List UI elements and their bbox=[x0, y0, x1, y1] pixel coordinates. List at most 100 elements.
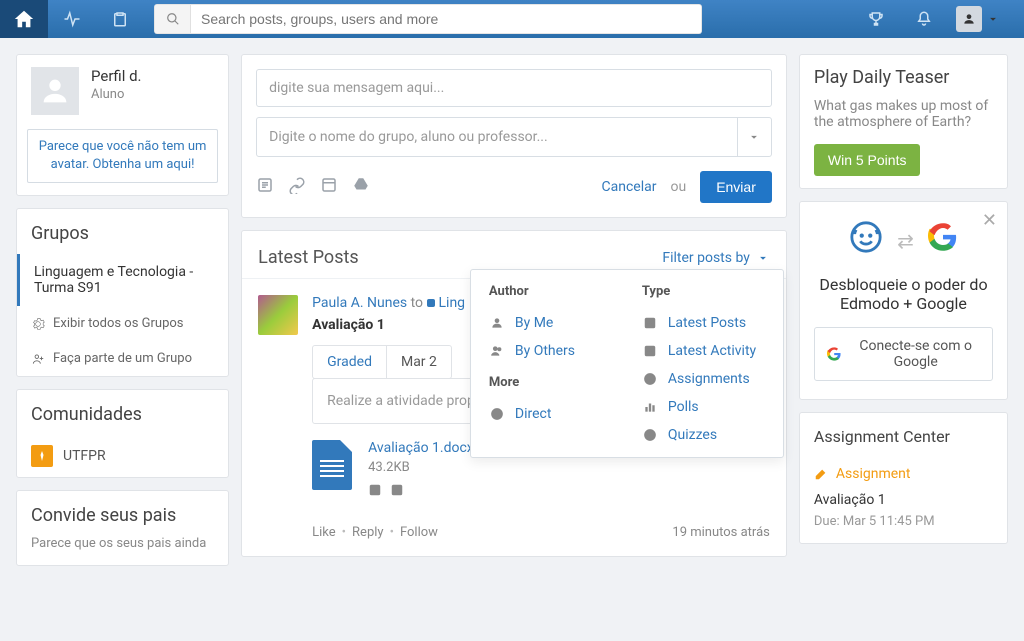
swap-arrows-icon: ⇄ bbox=[897, 229, 914, 253]
filter-by-me[interactable]: By Me bbox=[489, 309, 612, 337]
filter-dropdown: Author By Me By Others More Direct bbox=[470, 269, 784, 458]
google-promo-card: ✕ ⇄ Desbloqueie o poder do Edmodo + Goog… bbox=[799, 201, 1008, 400]
attach-link-icon[interactable] bbox=[288, 176, 306, 198]
attachment-filename-link[interactable]: Avaliação 1.docx bbox=[368, 440, 474, 456]
join-group-link[interactable]: Faça parte de um Grupo bbox=[17, 341, 228, 376]
profile-name: Perfil d. bbox=[91, 67, 142, 85]
user-menu-button[interactable] bbox=[948, 0, 1008, 38]
filter-by-others[interactable]: By Others bbox=[489, 337, 612, 365]
filter-polls-label: Polls bbox=[668, 399, 699, 415]
user-plus-icon bbox=[31, 352, 45, 366]
assignment-link[interactable]: Assignment bbox=[800, 456, 1007, 492]
nav-activity-button[interactable] bbox=[48, 0, 96, 38]
arrow-right-circle-icon bbox=[490, 407, 504, 421]
filter-posts-button[interactable]: Filter posts by bbox=[662, 250, 770, 266]
filter-latest-posts-label: Latest Posts bbox=[668, 315, 746, 331]
composer-send-button[interactable]: Enviar bbox=[700, 171, 772, 203]
google-logo-icon bbox=[928, 222, 958, 259]
post-group-link[interactable]: Ling bbox=[439, 295, 466, 311]
nav-home-button[interactable] bbox=[0, 0, 48, 38]
checkbox-icon bbox=[643, 344, 657, 358]
google-connect-label: Conecte-se com o Google bbox=[851, 338, 980, 370]
nav-trophy-button[interactable] bbox=[852, 0, 900, 38]
attach-drive-icon[interactable] bbox=[352, 176, 370, 198]
edit-icon bbox=[814, 467, 828, 481]
attachment-save-icon[interactable] bbox=[390, 483, 404, 501]
file-doc-icon[interactable] bbox=[312, 440, 352, 490]
chevron-down-icon bbox=[986, 12, 1000, 26]
filter-quizzes[interactable]: Quizzes bbox=[642, 421, 765, 449]
teaser-play-button[interactable]: Win 5 Points bbox=[814, 144, 921, 176]
filter-latest-activity-label: Latest Activity bbox=[668, 343, 756, 359]
user-icon bbox=[490, 316, 504, 330]
assignment-link-label: Assignment bbox=[836, 466, 911, 482]
search-icon bbox=[155, 5, 191, 33]
close-promo-button[interactable]: ✕ bbox=[982, 210, 997, 231]
bar-chart-icon bbox=[643, 400, 657, 414]
teaser-question: What gas makes up most of the atmosphere… bbox=[814, 98, 993, 130]
community-item[interactable]: UTFPR bbox=[17, 435, 228, 477]
filter-latest-posts[interactable]: Latest Posts bbox=[642, 309, 765, 337]
group-color-dot bbox=[427, 299, 435, 307]
post-reply-link[interactable]: Reply bbox=[352, 525, 384, 540]
clipboard-icon bbox=[111, 10, 129, 28]
nav-search-area bbox=[154, 4, 842, 34]
avatar-prompt-text: Parece que você não tem um avatar. Obten… bbox=[39, 139, 207, 172]
post-author-avatar[interactable] bbox=[258, 295, 298, 335]
profile-role: Aluno bbox=[91, 87, 142, 102]
composer-cancel-link[interactable]: Cancelar bbox=[602, 179, 657, 195]
filter-latest-activity[interactable]: Latest Activity bbox=[642, 337, 765, 365]
top-navbar bbox=[0, 0, 1024, 38]
filter-direct-label: Direct bbox=[515, 406, 552, 422]
post-author-link[interactable]: Paula A. Nunes bbox=[312, 295, 407, 311]
groups-card: Grupos Linguagem e Tecnologia - Turma S9… bbox=[16, 208, 229, 377]
check-circle-icon bbox=[643, 372, 657, 386]
community-badge-icon bbox=[31, 445, 53, 467]
filter-assignments-label: Assignments bbox=[668, 371, 750, 387]
show-all-groups-label: Exibir todos os Grupos bbox=[53, 316, 184, 331]
filter-assignments[interactable]: Assignments bbox=[642, 365, 765, 393]
post-status-pill: Graded Mar 2 bbox=[312, 345, 452, 379]
bell-icon bbox=[915, 10, 933, 28]
composer-message-input[interactable]: digite sua mensagem aqui... bbox=[256, 69, 772, 107]
attach-note-icon[interactable] bbox=[256, 176, 274, 198]
profile-avatar-placeholder bbox=[31, 67, 79, 115]
checkbox-icon bbox=[643, 316, 657, 330]
avatar-prompt-link[interactable]: Parece que você não tem um avatar. Obten… bbox=[27, 129, 218, 183]
assignment-center-heading: Assignment Center bbox=[800, 413, 1007, 456]
filter-by-others-label: By Others bbox=[515, 343, 575, 359]
composer-recipient-placeholder: Digite o nome do grupo, aluno ou profess… bbox=[257, 119, 737, 155]
filter-posts-label: Filter posts by bbox=[662, 250, 750, 266]
invite-text: Parece que os seus pais ainda bbox=[17, 536, 228, 565]
chevron-down-icon bbox=[756, 251, 770, 265]
invite-parents-card: Convide seus pais Parece que os seus pai… bbox=[16, 490, 229, 566]
composer-recipient-select[interactable]: Digite o nome do grupo, aluno ou profess… bbox=[256, 117, 772, 157]
communities-card: Comunidades UTFPR bbox=[16, 389, 229, 478]
search-input[interactable] bbox=[191, 5, 701, 33]
attach-library-icon[interactable] bbox=[320, 176, 338, 198]
post-like-link[interactable]: Like bbox=[312, 525, 336, 540]
edmodo-logo-icon bbox=[849, 220, 883, 261]
nav-clipboard-button[interactable] bbox=[96, 0, 144, 38]
nav-right bbox=[852, 0, 1008, 38]
nav-notifications-button[interactable] bbox=[900, 0, 948, 38]
filter-more-heading: More bbox=[489, 375, 612, 390]
post-follow-link[interactable]: Follow bbox=[400, 525, 438, 540]
posts-heading: Latest Posts bbox=[258, 247, 359, 268]
trophy-icon bbox=[867, 10, 885, 28]
teaser-heading: Play Daily Teaser bbox=[814, 67, 993, 88]
filter-polls[interactable]: Polls bbox=[642, 393, 765, 421]
composer-card: digite sua mensagem aqui... Digite o nom… bbox=[241, 54, 787, 218]
filter-direct[interactable]: Direct bbox=[489, 400, 612, 428]
gear-icon bbox=[31, 317, 45, 331]
google-logo-icon bbox=[827, 345, 841, 363]
invite-heading: Convide seus pais bbox=[17, 491, 228, 536]
question-circle-icon bbox=[643, 428, 657, 442]
group-item-active[interactable]: Linguagem e Tecnologia - Turma S91 bbox=[17, 254, 228, 306]
attachment-preview-icon[interactable] bbox=[368, 483, 382, 501]
google-connect-button[interactable]: Conecte-se com o Google bbox=[814, 327, 993, 381]
composer-recipient-chevron[interactable] bbox=[737, 118, 771, 156]
show-all-groups-link[interactable]: Exibir todos os Grupos bbox=[17, 306, 228, 341]
assignment-due: Due: Mar 5 11:45 PM bbox=[814, 514, 993, 529]
post-graded-badge[interactable]: Graded bbox=[313, 346, 387, 378]
